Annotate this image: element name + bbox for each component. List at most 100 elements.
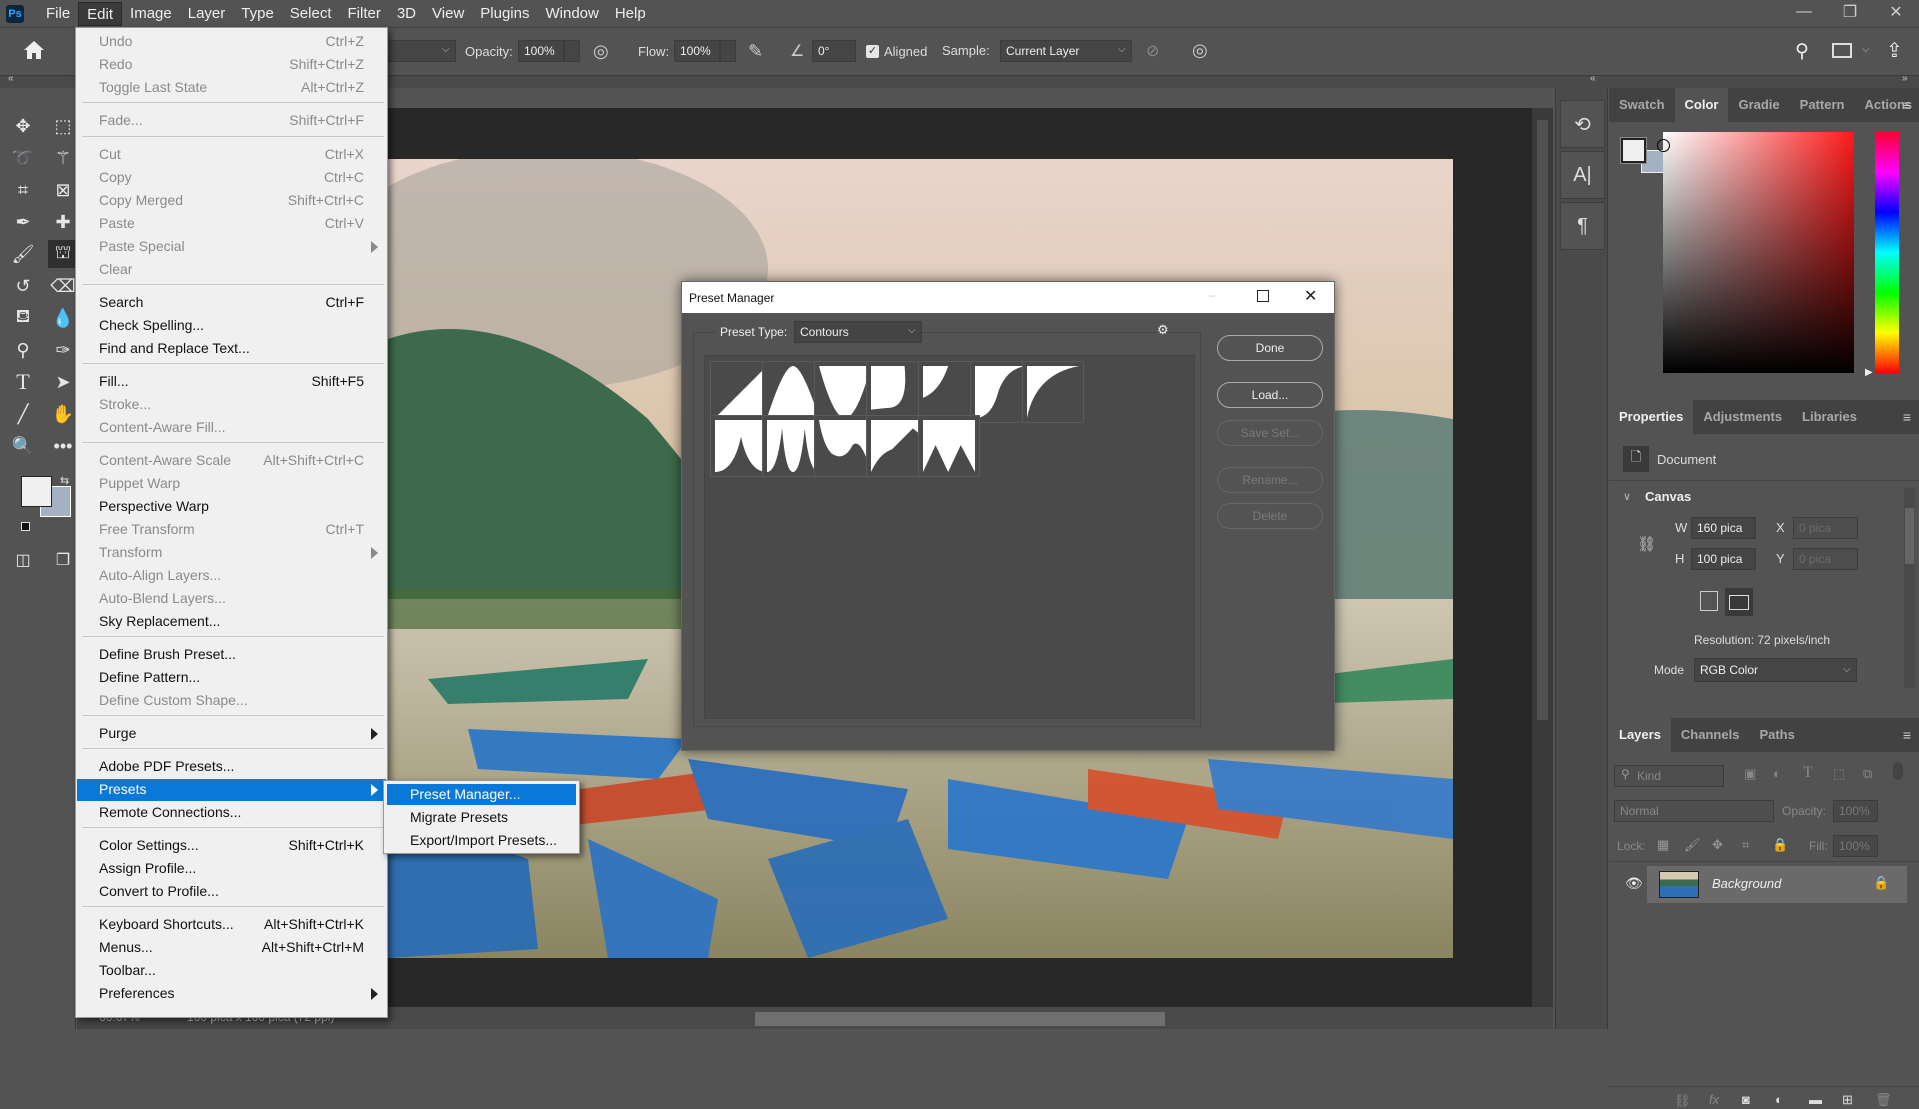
edit-menu-item-perspective-warp[interactable]: Perspective Warp — [77, 496, 386, 518]
pressure-size-icon[interactable]: ◎ — [1192, 40, 1208, 61]
pressure-opacity-icon[interactable]: ◎ — [593, 41, 609, 62]
history-panel-icon[interactable]: ⟲ — [1560, 100, 1605, 148]
edit-menu-item-content-aware-fill[interactable]: Content-Aware Fill... — [77, 417, 386, 439]
color-foreground-swatch[interactable] — [1620, 137, 1647, 164]
tab-properties[interactable]: Properties — [1609, 400, 1694, 434]
hue-slider-handle[interactable]: ▶ — [1865, 367, 1873, 378]
frame-tool-icon[interactable]: ⊠ — [48, 176, 78, 204]
edit-menu-item-keyboard-shortcuts[interactable]: Keyboard Shortcuts... Alt+Shift+Ctrl+K — [77, 914, 386, 936]
close-window-button[interactable]: ✕ — [1873, 0, 1919, 24]
height-field[interactable]: 100 pica — [1691, 548, 1756, 570]
edit-menu-item-stroke[interactable]: Stroke... — [77, 394, 386, 416]
edit-menu-item-search[interactable]: Search Ctrl+F — [77, 292, 386, 314]
menu-plugins[interactable]: Plugins — [472, 2, 537, 26]
more-tools-icon[interactable]: ••• — [48, 432, 78, 460]
done-button[interactable]: Done — [1217, 335, 1323, 361]
quick-mask-icon[interactable]: ◫ — [8, 546, 38, 574]
panel-menu-icon[interactable]: ≡ — [1903, 727, 1911, 743]
tab-layers[interactable]: Layers — [1609, 718, 1671, 752]
filter-adjustment-icon[interactable]: ◐ — [1773, 766, 1781, 781]
edit-menu-item-clear[interactable]: Clear — [77, 259, 386, 281]
edit-menu-item-presets[interactable]: Presets — [77, 779, 386, 801]
filter-smart-object-icon[interactable]: ⧉ — [1863, 766, 1872, 782]
tab-libraries[interactable]: Libraries — [1792, 400, 1867, 434]
new-group-icon[interactable]: ▬ — [1809, 1092, 1822, 1107]
width-field[interactable]: 160 pica — [1691, 517, 1756, 539]
dialog-close-icon[interactable]: ✕ — [1304, 286, 1317, 306]
layer-lock-icon[interactable]: 🔒 — [1873, 875, 1889, 891]
screen-mode-icon[interactable]: ❐ — [48, 546, 78, 574]
eraser-tool-icon[interactable]: ⌫ — [48, 272, 78, 300]
layer-opacity-field[interactable]: 100% — [1833, 800, 1878, 822]
marquee-tool-icon[interactable]: ⬚ — [48, 112, 78, 140]
edit-menu-item-free-transform[interactable]: Free Transform Ctrl+T — [77, 519, 386, 541]
properties-scrollbar[interactable] — [1904, 488, 1915, 688]
delete-layer-icon[interactable]: 🗑 — [1875, 1092, 1892, 1108]
share-icon[interactable]: ⇪ — [1886, 38, 1903, 63]
menu-type[interactable]: Type — [233, 2, 282, 26]
edit-menu-item-redo[interactable]: Redo Shift+Ctrl+Z — [77, 54, 386, 76]
edit-menu-item-toggle-last-state[interactable]: Toggle Last State Alt+Ctrl+Z — [77, 77, 386, 99]
lasso-tool-icon[interactable]: ➰ — [8, 144, 38, 172]
expand-panels-icon[interactable]: » — [1902, 73, 1908, 84]
collapse-toolbar-icon[interactable]: « — [8, 73, 14, 84]
dodge-tool-icon[interactable]: ⚲ — [8, 336, 38, 364]
edit-menu-item-sky-replacement[interactable]: Sky Replacement... — [77, 611, 386, 633]
opacity-dropdown[interactable] — [564, 40, 580, 62]
contour-preset-thumbnail[interactable] — [1022, 361, 1084, 423]
tab-color[interactable]: Color — [1674, 88, 1729, 122]
tab-adjustments[interactable]: Adjustments — [1693, 400, 1792, 434]
edit-menu-item-fade[interactable]: Fade... Shift+Ctrl+F — [77, 110, 386, 132]
magic-wand-tool-icon[interactable]: ⚚ — [48, 144, 78, 172]
history-brush-tool-icon[interactable]: ↺ — [8, 272, 38, 300]
edit-menu-item-adobe-pdf-presets[interactable]: Adobe PDF Presets... — [77, 756, 386, 778]
edit-menu-item-define-custom-shape[interactable]: Define Custom Shape... — [77, 690, 386, 712]
path-selection-tool-icon[interactable]: ➤ — [48, 368, 78, 396]
collapse-chevron-icon[interactable]: ∨ — [1623, 490, 1631, 503]
line-tool-icon[interactable]: ╱ — [8, 400, 38, 428]
submenu-item-preset-manager[interactable]: Preset Manager... — [387, 784, 576, 805]
edit-menu-item-assign-profile[interactable]: Assign Profile... — [77, 858, 386, 880]
home-icon[interactable] — [22, 39, 46, 64]
vertical-scroll-thumb[interactable] — [1537, 120, 1548, 720]
edit-menu-item-copy[interactable]: Copy Ctrl+C — [77, 167, 386, 189]
paint-bucket-tool-icon[interactable]: ⛾ — [8, 304, 38, 332]
edit-menu-item-preferences[interactable]: Preferences — [77, 983, 386, 1005]
menu-select[interactable]: Select — [282, 2, 340, 26]
flow-field[interactable]: 100% — [674, 40, 720, 62]
layer-filter-kind[interactable]: Kind — [1614, 765, 1724, 787]
menu-window[interactable]: Window — [537, 2, 606, 26]
menu-help[interactable]: Help — [607, 2, 654, 26]
load-button[interactable]: Load... — [1217, 382, 1323, 408]
edit-menu-item-auto-align-layers[interactable]: Auto-Align Layers... — [77, 565, 386, 587]
lock-artboard-icon[interactable]: ⌗ — [1742, 837, 1749, 853]
edit-menu-item-content-aware-scale[interactable]: Content-Aware Scale Alt+Shift+Ctrl+C — [77, 450, 386, 472]
edit-menu-item-check-spelling[interactable]: Check Spelling... — [77, 315, 386, 337]
layer-name[interactable]: Background — [1712, 876, 1781, 891]
edit-menu-item-convert-to-profile[interactable]: Convert to Profile... — [77, 881, 386, 903]
collapse-iconcol-icon[interactable]: « — [1590, 73, 1596, 84]
edit-menu-item-find-and-replace-text[interactable]: Find and Replace Text... — [77, 338, 386, 360]
search-icon[interactable]: ⚲ — [1795, 40, 1809, 63]
clone-stamp-tool-icon[interactable]: ⛫ — [48, 240, 78, 268]
flow-dropdown[interactable] — [720, 40, 736, 62]
edit-menu-item-cut[interactable]: Cut Ctrl+X — [77, 144, 386, 166]
sample-select[interactable]: Current Layer — [1000, 40, 1132, 62]
contour-preset-thumbnail[interactable] — [918, 415, 980, 477]
paragraph-panel-icon[interactable]: ¶ — [1560, 202, 1605, 250]
aligned-checkbox[interactable]: ✓ — [866, 45, 879, 58]
tab-gradients[interactable]: Gradie — [1728, 88, 1789, 122]
panel-menu-icon[interactable]: ≡ — [1903, 409, 1911, 425]
tab-paths[interactable]: Paths — [1749, 718, 1804, 752]
restore-button[interactable]: ❐ — [1827, 0, 1873, 24]
lock-all-icon[interactable]: 🔒 — [1772, 837, 1788, 853]
dialog-minimize-icon[interactable]: – — [1209, 288, 1216, 302]
edit-menu-item-define-pattern[interactable]: Define Pattern... — [77, 667, 386, 689]
ignore-adjustment-layers-icon[interactable]: ⊘ — [1146, 41, 1159, 61]
default-colors-icon[interactable] — [21, 522, 30, 531]
edit-menu-item-paste-special[interactable]: Paste Special — [77, 236, 386, 258]
edit-menu-item-menus[interactable]: Menus... Alt+Shift+Ctrl+M — [77, 937, 386, 959]
preset-type-select[interactable]: Contours — [794, 321, 922, 343]
vertical-scrollbar[interactable] — [1532, 108, 1553, 1007]
edit-menu-item-toolbar[interactable]: Toolbar... — [77, 960, 386, 982]
